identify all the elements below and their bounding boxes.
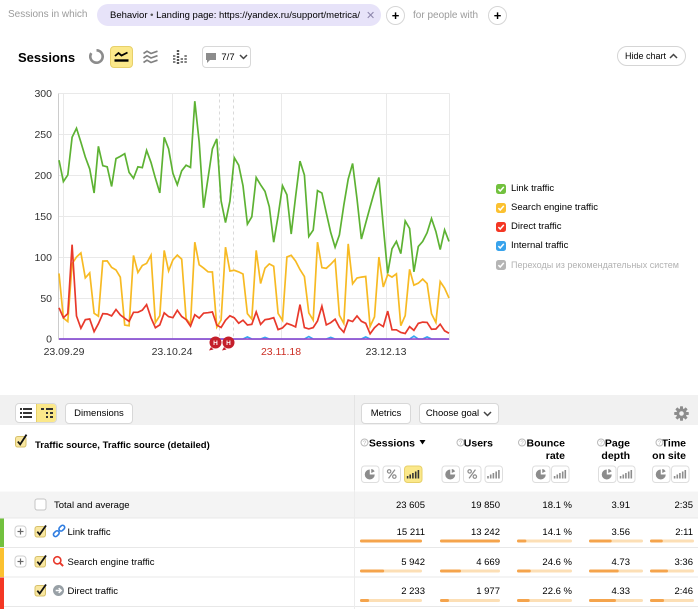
svg-text:4.33: 4.33 [612,586,631,597]
svg-text:2 233: 2 233 [401,586,425,597]
svg-text:13 242: 13 242 [471,527,500,538]
svg-text:300: 300 [34,88,52,100]
svg-text:2:35: 2:35 [675,500,694,511]
svg-text:2:46: 2:46 [675,586,694,597]
svg-text:250: 250 [34,129,52,141]
svg-text:1 977: 1 977 [476,586,500,597]
svg-text:18.1 %: 18.1 % [542,500,572,511]
svg-text:5 942: 5 942 [401,557,425,568]
svg-text:4 669: 4 669 [476,557,500,568]
svg-text:150: 150 [34,211,52,223]
svg-text:H: H [226,340,231,347]
svg-text:23.11.18: 23.11.18 [261,346,301,358]
svg-text:Users: Users [464,438,493,450]
svg-text:23.09.29: 23.09.29 [44,346,85,358]
svg-text:Total and average: Total and average [54,500,130,511]
svg-text:Time: Time [662,438,686,450]
svg-text:200: 200 [34,170,52,182]
svg-text:Bounce: Bounce [526,438,565,450]
svg-text:100: 100 [34,252,52,264]
svg-text:50: 50 [40,293,52,305]
svg-text:15 211: 15 211 [397,527,425,538]
svg-text:Page: Page [605,438,630,450]
svg-text:3:36: 3:36 [675,557,694,568]
svg-text:3.91: 3.91 [612,500,631,511]
svg-text:23 605: 23 605 [396,500,425,511]
svg-text:23.10.24: 23.10.24 [152,346,193,358]
svg-text:0: 0 [46,334,52,346]
svg-text:3.56: 3.56 [612,527,631,538]
svg-text:22.6 %: 22.6 % [542,586,572,597]
svg-text:23.12.13: 23.12.13 [366,346,407,358]
svg-text:19 850: 19 850 [471,500,500,511]
svg-text:Sessions: Sessions [369,438,415,450]
svg-text:Search engine traffic: Search engine traffic [68,557,155,568]
svg-text:on site: on site [652,450,686,462]
svg-text:Link traffic: Link traffic [68,527,111,538]
svg-text:H: H [213,340,218,347]
svg-text:14.1 %: 14.1 % [542,527,572,538]
svg-text:24.6 %: 24.6 % [542,557,572,568]
svg-text:4.73: 4.73 [612,557,631,568]
svg-text:Direct traffic: Direct traffic [68,586,119,597]
svg-text:2:11: 2:11 [675,527,693,538]
svg-text:depth: depth [601,450,630,462]
svg-text:rate: rate [546,450,565,462]
